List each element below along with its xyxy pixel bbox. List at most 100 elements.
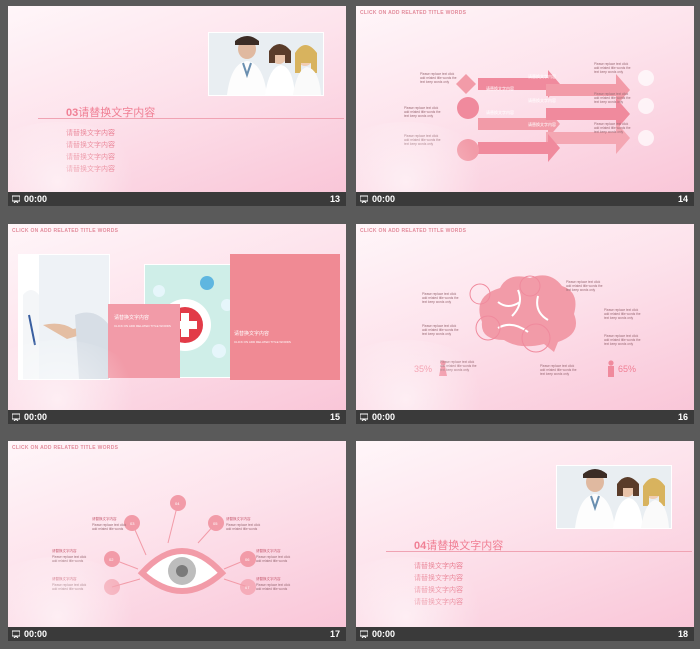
slide-number: 18 (677, 629, 688, 639)
node-label: 07 (245, 585, 250, 590)
slideshow-icon[interactable] (12, 630, 20, 638)
box-text: CLICK ON ADD RELATED TITLE WORDS (114, 324, 171, 328)
eye-label: 请替换文字内容 (256, 549, 281, 553)
node-label: 04 (175, 501, 180, 506)
node-label: 05 (213, 521, 218, 526)
male-icon (608, 360, 614, 377)
text-block: Please replace text click add related ti… (256, 555, 291, 563)
slide-footer: 00:00 15 (8, 410, 346, 424)
percent-left: 35% (414, 364, 433, 374)
text-block: Please replace text click add related ti… (540, 364, 577, 376)
list-item: 请替换文字内容 (66, 142, 115, 149)
arrow-label: 请替换文字内容 (486, 110, 514, 115)
slide-15[interactable]: CLICK ON ADD RELATED TITLE WORDS 请替换文字内容… (8, 224, 346, 424)
slide-footer: 00:00 17 (8, 627, 346, 641)
pink-text-box: 请替换文字内容 CLICK ON ADD RELATED TITLE WORDS (108, 304, 180, 378)
text-block: Please replace text click add related ti… (566, 280, 603, 292)
text-block: Please replace text click add related ti… (604, 334, 641, 346)
arrow-label: 请替换文字内容 (528, 74, 556, 79)
eye-label: 请替换文字内容 (52, 549, 77, 553)
slide-number: 15 (329, 412, 340, 422)
text-block: Please replace text click add related ti… (420, 72, 457, 84)
slide-time: 00:00 (372, 629, 396, 639)
eye-label: 请替换文字内容 (52, 577, 77, 581)
text-block: Please replace text click add related ti… (404, 134, 441, 146)
slide-footer: 00:00 18 (356, 627, 694, 641)
brain-diagram (469, 275, 576, 353)
slide-time: 00:00 (372, 194, 396, 204)
list-item: 请替换文字内容 (414, 575, 463, 582)
text-block: Please replace text click add related ti… (440, 360, 477, 372)
slide-canvas: 04请替换文字内容 请替换文字内容 请替换文字内容 请替换文字内容 请替换文字内… (356, 441, 694, 627)
slide-14[interactable]: CLICK ON ADD RELATED TITLE WORDS 请替换文字内容… (356, 6, 694, 206)
slideshow-icon[interactable] (12, 413, 20, 421)
text-block: Please replace text click add related ti… (594, 92, 631, 104)
text-block: Please replace text click add related ti… (92, 523, 127, 531)
text-block: Please replace text click add related ti… (422, 324, 459, 336)
eye-label: 请替换文字内容 (256, 577, 281, 581)
list-item: 请替换文字内容 (66, 166, 115, 173)
text-block: Please replace text click add related ti… (226, 523, 261, 531)
slide-number: 16 (677, 412, 688, 422)
slide-canvas: CLICK ON ADD RELATED TITLE WORDS 请替换文字内容… (356, 6, 694, 192)
text-block: Please replace text click add related ti… (256, 583, 291, 591)
arrow-label: 请替换文字内容 (528, 98, 556, 103)
pink-text-box: 请替换文字内容 CLICK ON ADD RELATED TITLE WORDS (230, 254, 340, 380)
slide-number: 14 (677, 194, 688, 204)
node-label: 06 (245, 557, 250, 562)
box-title: 请替换文字内容 (114, 315, 150, 321)
slide-footer: 00:00 16 (356, 410, 694, 424)
eye-label: 请替换文字内容 (92, 517, 117, 521)
slide-canvas: 03请替换文字内容 请替换文字内容 请替换文字内容 请替换文字内容 请替换文字内… (8, 6, 346, 192)
arrow-label: 请替换文字内容 (486, 86, 514, 91)
percent-right: 65% (618, 364, 637, 374)
slide-canvas: CLICK ON ADD RELATED TITLE WORDS 01 02 0… (8, 441, 346, 627)
list-item: 请替换文字内容 (414, 599, 463, 606)
divider (38, 118, 344, 119)
slideshow-icon[interactable] (12, 195, 20, 203)
slide-canvas: CLICK ON ADD RELATED TITLE WORDS 35% 65%… (356, 224, 694, 410)
slide-header: CLICK ON ADD RELATED TITLE WORDS (12, 445, 119, 451)
slide-16[interactable]: CLICK ON ADD RELATED TITLE WORDS 35% 65%… (356, 224, 694, 424)
slide-number: 17 (329, 629, 340, 639)
slide-time: 00:00 (24, 412, 48, 422)
slideshow-icon[interactable] (360, 413, 368, 421)
box-text: CLICK ON ADD RELATED TITLE WORDS (234, 340, 291, 344)
doctors-photo (208, 32, 324, 96)
list-item: 请替换文字内容 (66, 130, 115, 137)
doctors-photo (556, 465, 672, 529)
slide-13[interactable]: 03请替换文字内容 请替换文字内容 请替换文字内容 请替换文字内容 请替换文字内… (8, 6, 346, 206)
handshake-photo (18, 254, 110, 380)
text-block: Please replace text click add related ti… (604, 308, 641, 320)
slide-header: CLICK ON ADD RELATED TITLE WORDS (360, 10, 467, 16)
slide-time: 00:00 (24, 629, 48, 639)
item-list: 请替换文字内容 请替换文字内容 请替换文字内容 请替换文字内容 (66, 128, 115, 176)
box-title: 请替换文字内容 (234, 331, 270, 337)
slide-footer: 00:00 13 (8, 192, 346, 206)
slide-canvas: CLICK ON ADD RELATED TITLE WORDS 请替换文字内容… (8, 224, 346, 410)
text-block: Please replace text click add related ti… (52, 583, 87, 591)
slide-footer: 00:00 14 (356, 192, 694, 206)
arrow-label: 请替换文字内容 (528, 122, 556, 127)
female-icon (439, 360, 447, 376)
slide-18[interactable]: 04请替换文字内容 请替换文字内容 请替换文字内容 请替换文字内容 请替换文字内… (356, 441, 694, 641)
node-label: 02 (109, 557, 114, 562)
item-list: 请替换文字内容 请替换文字内容 请替换文字内容 请替换文字内容 (414, 561, 463, 609)
eye-label: 请替换文字内容 (226, 517, 251, 521)
text-block: Please replace text click add related ti… (404, 106, 441, 118)
text-block: Please replace text click add related ti… (594, 122, 631, 134)
list-item: 请替换文字内容 (414, 587, 463, 594)
slideshow-icon[interactable] (360, 195, 368, 203)
slide-time: 00:00 (24, 194, 48, 204)
text-block: Please replace text click add related ti… (52, 555, 87, 563)
arrow-diagram (456, 70, 654, 162)
slide-header: CLICK ON ADD RELATED TITLE WORDS (360, 228, 467, 234)
text-block: Please replace text click add related ti… (422, 292, 459, 304)
list-item: 请替换文字内容 (414, 563, 463, 570)
eye-diagram (104, 495, 256, 595)
slide-header: CLICK ON ADD RELATED TITLE WORDS (12, 228, 119, 234)
slideshow-icon[interactable] (360, 630, 368, 638)
divider (386, 551, 692, 552)
text-block: Please replace text click add related ti… (594, 62, 631, 74)
slide-17[interactable]: CLICK ON ADD RELATED TITLE WORDS 01 02 0… (8, 441, 346, 641)
